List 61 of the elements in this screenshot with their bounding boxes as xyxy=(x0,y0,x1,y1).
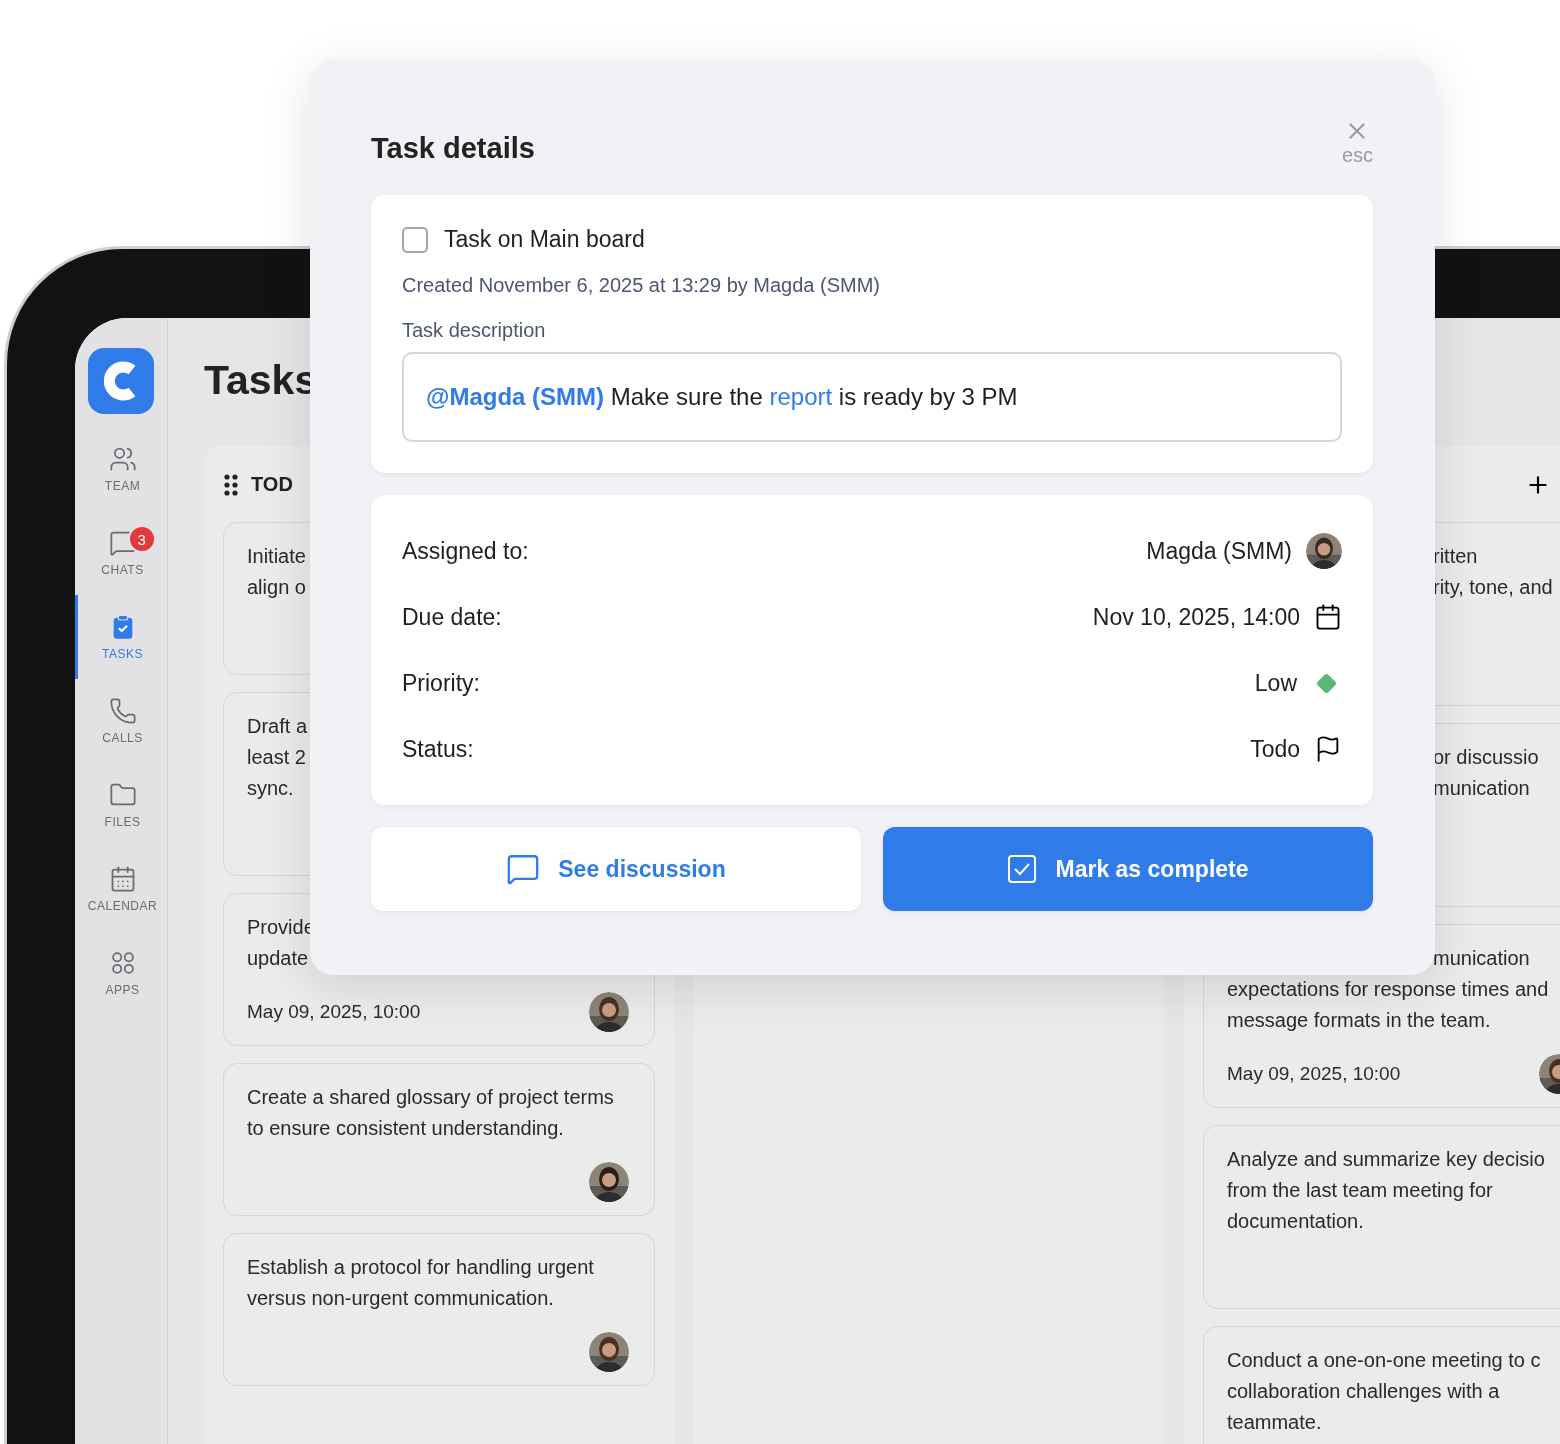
sidebar-item[interactable]: APPS xyxy=(75,931,167,1015)
detail-label: Priority: xyxy=(402,669,480,697)
unread-badge: 3 xyxy=(128,525,156,553)
logo-icon xyxy=(88,348,154,414)
sidebar-item[interactable]: TEAM xyxy=(75,427,167,511)
checkbox-icon xyxy=(1007,854,1038,884)
card-text: documentation. xyxy=(1227,1209,1364,1234)
card-text: from the last team meeting for xyxy=(1227,1178,1493,1203)
card-text: teammate. xyxy=(1227,1410,1322,1435)
dialog-title: Task details xyxy=(371,132,535,165)
detail-value: Nov 10, 2025, 14:00 xyxy=(1092,603,1300,631)
card-text: munication xyxy=(1433,776,1530,801)
card-text: expectations for response times and xyxy=(1227,977,1549,1002)
sidebar-item[interactable]: TASKS xyxy=(75,595,167,679)
column-title: TOD xyxy=(251,473,293,496)
sidebar-item[interactable]: FILES xyxy=(75,763,167,847)
card-text: versus non-urgent communication. xyxy=(247,1286,554,1311)
card-text: Establish a protocol for handling urgent xyxy=(247,1255,594,1280)
mention-link[interactable]: @Magda (SMM) xyxy=(426,383,605,410)
description-label: Task description xyxy=(402,319,547,342)
task-card[interactable]: Conduct a one-on-one meeting to c collaboration challenges with a teammate. xyxy=(1203,1326,1560,1444)
drag-handle-icon[interactable] xyxy=(223,472,239,497)
detail-label: Assigned to: xyxy=(402,537,529,565)
detail-value: Todo xyxy=(1250,735,1300,763)
task-checkbox[interactable] xyxy=(402,226,428,253)
card-text: collaboration challenges with a xyxy=(1227,1379,1500,1404)
phone-icon xyxy=(108,697,137,725)
detail-value: Low xyxy=(1254,669,1297,697)
task-card[interactable]: Establish a protocol for handling urgent versus non-urgent communication. xyxy=(223,1233,655,1386)
complete-button[interactable]: Mark as complete xyxy=(883,827,1373,911)
report-link[interactable]: report xyxy=(769,383,833,410)
card-text: least 2 xyxy=(247,745,306,770)
card-text: Analyze and summarize key decisio xyxy=(1227,1147,1545,1172)
task-title: Task on Main board xyxy=(444,226,645,253)
sidebar-item[interactable]: CALLS xyxy=(75,679,167,763)
sidebar-item[interactable]: CALENDAR xyxy=(75,847,167,931)
card-text: Conduct a one-on-one meeting to c xyxy=(1227,1348,1541,1373)
card-text: sync. xyxy=(247,776,294,801)
card-text: message formats in the team. xyxy=(1227,1008,1491,1033)
card-text: update xyxy=(247,946,309,971)
task-card[interactable]: Create a shared glossary of project terms to ensure consistent understanding. xyxy=(223,1063,655,1216)
detail-label: Status: xyxy=(402,735,474,763)
card-text: align o xyxy=(247,575,306,600)
card-text: to ensure consistent understanding. xyxy=(247,1116,564,1141)
card-date: May 09, 2025, 10:00 xyxy=(1227,1063,1401,1085)
card-text: Draft a xyxy=(247,714,308,739)
detail-label: Due date: xyxy=(402,603,502,631)
card-text: munication xyxy=(1433,946,1530,971)
sidebar-item[interactable]: CHATS 3 xyxy=(75,511,167,595)
created-info: Created November 6, 2025 at 13:29 by Magda (SMM) xyxy=(402,274,882,297)
calendar-icon xyxy=(1314,603,1342,631)
description-field[interactable]: @Magda (SMM) Make sure the report is ready by 3 PM xyxy=(402,352,1342,442)
task-card[interactable]: Analyze and summarize key decisio from the last team meeting for documentation. xyxy=(1203,1125,1560,1309)
team-icon xyxy=(108,445,137,473)
card-text: Create a shared glossary of project terms xyxy=(247,1085,614,1110)
detail-value: Magda (SMM) xyxy=(1146,537,1292,565)
card-text: Initiate xyxy=(247,544,306,569)
chat-icon xyxy=(506,852,541,886)
card-date: May 09, 2025, 10:00 xyxy=(247,1001,421,1023)
close-button[interactable]: esc xyxy=(1341,118,1373,167)
discussion-button[interactable]: See discussion xyxy=(371,827,861,911)
